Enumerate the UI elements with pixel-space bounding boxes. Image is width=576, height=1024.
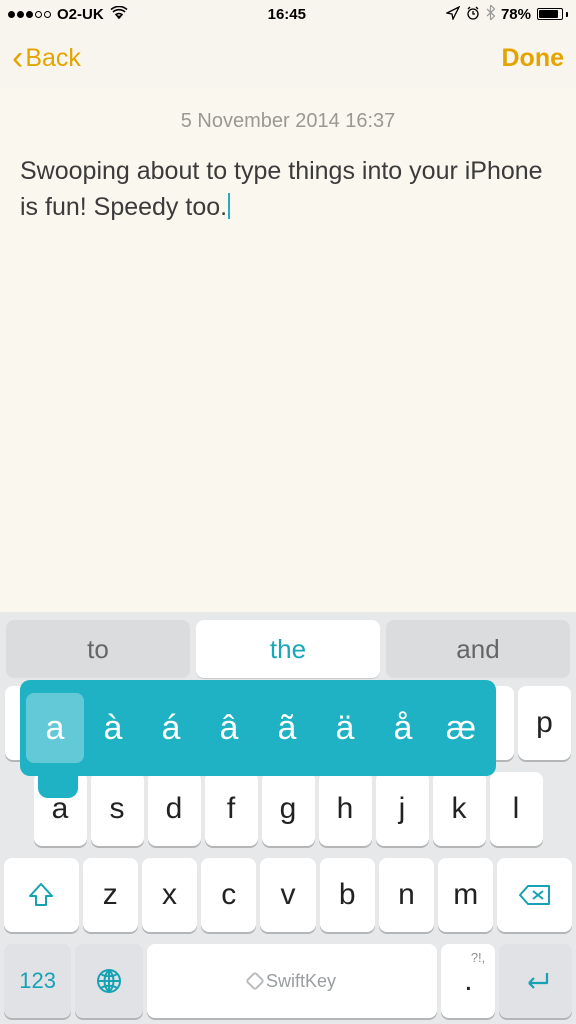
space-key[interactable]: SwiftKey bbox=[147, 944, 438, 1018]
backspace-icon bbox=[518, 883, 552, 907]
backspace-key[interactable] bbox=[497, 858, 572, 932]
accent-option-a-uml[interactable]: ä bbox=[316, 693, 374, 763]
text-cursor bbox=[228, 193, 230, 219]
accent-option-ae[interactable]: æ bbox=[432, 693, 490, 763]
wifi-icon bbox=[110, 6, 128, 22]
numbers-key[interactable]: 123 bbox=[4, 944, 71, 1018]
accent-option-a-tilde[interactable]: ã bbox=[258, 693, 316, 763]
punct-alt-label: ?!, bbox=[471, 950, 485, 965]
shift-icon bbox=[27, 881, 55, 909]
clock: 16:45 bbox=[268, 6, 306, 23]
accent-option-a-grave[interactable]: à bbox=[84, 693, 142, 763]
accent-option-a-acute[interactable]: á bbox=[142, 693, 200, 763]
software-keyboard: to the and a à á â ã ä å æ q w e r t y u… bbox=[0, 612, 576, 1024]
shift-key[interactable] bbox=[4, 858, 79, 932]
key-l[interactable]: l bbox=[490, 772, 543, 846]
return-key[interactable] bbox=[499, 944, 572, 1018]
key-row-4: 123 SwiftKey ?!, . bbox=[4, 944, 572, 1018]
key-x[interactable]: x bbox=[142, 858, 197, 932]
signal-dots-icon bbox=[8, 11, 51, 18]
back-button[interactable]: ‹ Back bbox=[12, 41, 81, 75]
note-editor[interactable]: 5 November 2014 16:37 Swooping about to … bbox=[0, 88, 576, 612]
chevron-left-icon: ‹ bbox=[12, 41, 23, 75]
suggestion-right[interactable]: and bbox=[386, 620, 570, 678]
note-timestamp: 5 November 2014 16:37 bbox=[20, 110, 556, 133]
bluetooth-icon bbox=[486, 5, 495, 23]
key-h[interactable]: h bbox=[319, 772, 372, 846]
back-label: Back bbox=[25, 44, 81, 73]
key-m[interactable]: m bbox=[438, 858, 493, 932]
globe-key[interactable] bbox=[75, 944, 142, 1018]
key-row-2: a s d f g h j k l bbox=[4, 772, 572, 846]
key-s[interactable]: s bbox=[91, 772, 144, 846]
key-j[interactable]: j bbox=[376, 772, 429, 846]
globe-icon bbox=[96, 968, 122, 994]
battery-percent: 78% bbox=[501, 6, 531, 23]
key-b[interactable]: b bbox=[320, 858, 375, 932]
done-button[interactable]: Done bbox=[502, 44, 565, 73]
suggestion-bar: to the and bbox=[0, 612, 576, 686]
suggestion-center[interactable]: the bbox=[196, 620, 380, 678]
alarm-icon bbox=[466, 6, 480, 23]
key-f[interactable]: f bbox=[205, 772, 258, 846]
status-right: 78% bbox=[446, 5, 568, 23]
location-icon bbox=[446, 6, 460, 23]
nav-bar: ‹ Back Done bbox=[0, 28, 576, 88]
key-p[interactable]: p bbox=[518, 686, 571, 760]
key-row-3: z x c v b n m bbox=[4, 858, 572, 932]
key-d[interactable]: d bbox=[148, 772, 201, 846]
key-c[interactable]: c bbox=[201, 858, 256, 932]
key-z[interactable]: z bbox=[83, 858, 138, 932]
return-icon bbox=[521, 969, 551, 993]
key-v[interactable]: v bbox=[260, 858, 315, 932]
accent-popup: a à á â ã ä å æ bbox=[20, 680, 496, 776]
carrier-label: O2-UK bbox=[57, 6, 104, 23]
accent-option-a-ring[interactable]: å bbox=[374, 693, 432, 763]
battery-icon bbox=[537, 8, 568, 20]
note-text[interactable]: Swooping about to type things into your … bbox=[20, 153, 556, 226]
status-bar: O2-UK 16:45 78% bbox=[0, 0, 576, 28]
status-left: O2-UK bbox=[8, 6, 128, 23]
suggestion-left[interactable]: to bbox=[6, 620, 190, 678]
accent-option-a[interactable]: a bbox=[26, 693, 84, 763]
key-g[interactable]: g bbox=[262, 772, 315, 846]
key-n[interactable]: n bbox=[379, 858, 434, 932]
swiftkey-logo-icon bbox=[245, 971, 265, 991]
accent-option-a-circ[interactable]: â bbox=[200, 693, 258, 763]
key-k[interactable]: k bbox=[433, 772, 486, 846]
period-key[interactable]: ?!, . bbox=[441, 944, 495, 1018]
